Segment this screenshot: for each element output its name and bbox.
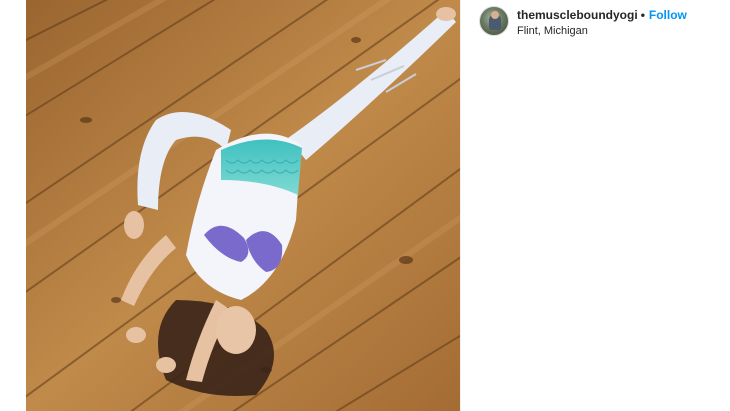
left-gutter xyxy=(0,0,26,411)
post-sidebar: themuscleboundyogi • Follow Flint, Michiga… xyxy=(460,0,730,411)
avatar-head xyxy=(491,11,499,19)
location-link[interactable]: Flint, Michigan xyxy=(517,24,730,38)
follow-button[interactable]: Follow xyxy=(649,8,687,22)
post-photo[interactable] xyxy=(26,0,460,411)
avatar[interactable] xyxy=(479,6,509,36)
post-header: themuscleboundyogi • Follow Flint, Michiga… xyxy=(479,6,729,38)
username-link[interactable]: themuscleboundyogi xyxy=(517,8,638,22)
post-header-line: themuscleboundyogi • Follow xyxy=(517,8,730,23)
separator-dot: • xyxy=(640,8,645,22)
post-header-meta: themuscleboundyogi • Follow Flint, Michiga… xyxy=(517,8,730,38)
post-photo-illustration xyxy=(26,0,460,411)
